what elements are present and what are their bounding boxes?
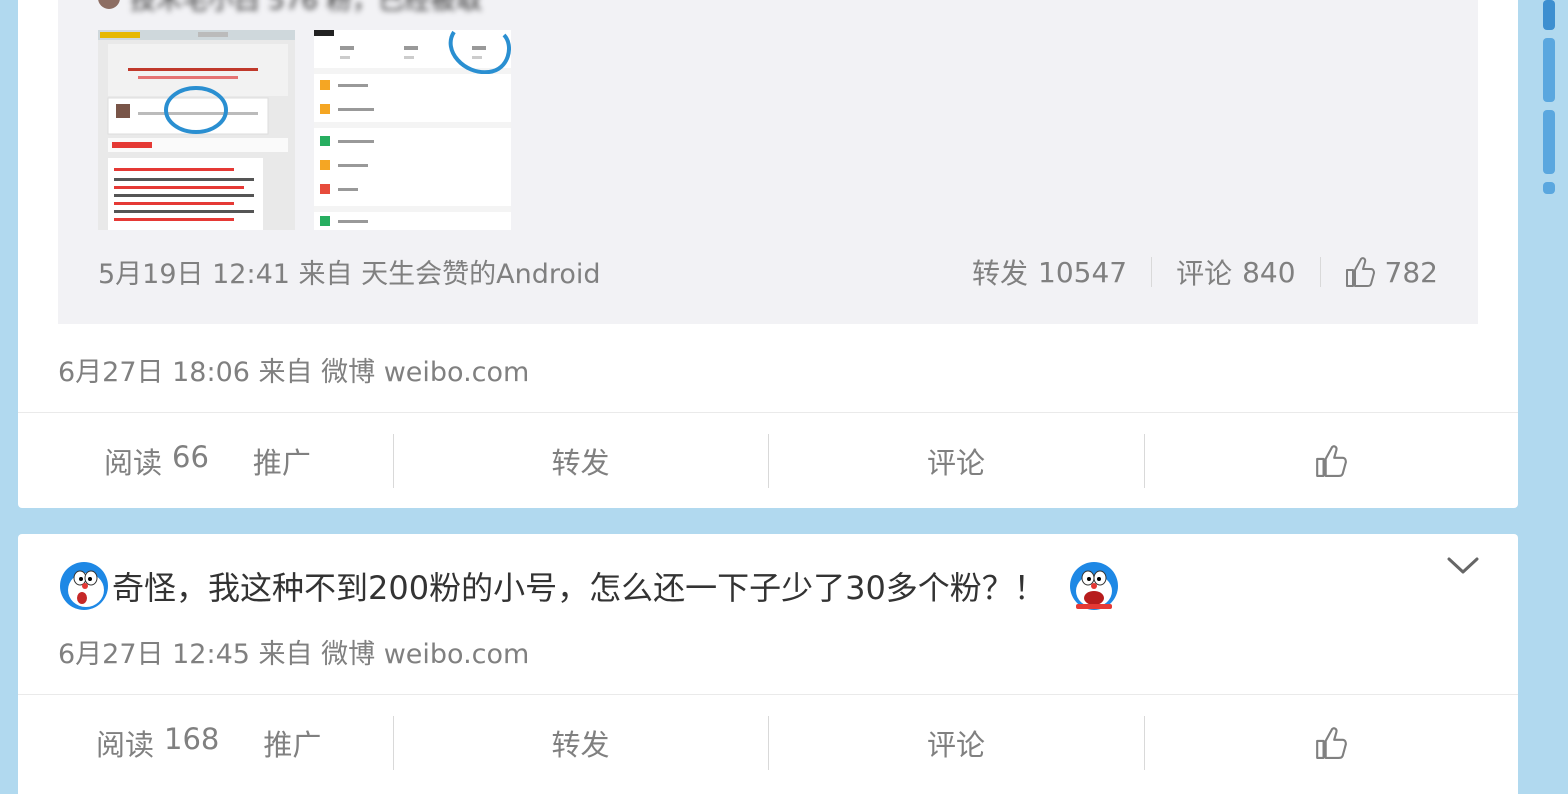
- divider: [1151, 257, 1153, 287]
- like-button[interactable]: [1144, 414, 1518, 508]
- action-bar: 阅读 66 推广 转发 评论: [18, 414, 1518, 508]
- repost-count: 10547: [1038, 255, 1128, 289]
- quoted-post[interactable]: 技术宅小白 576 粉，已经被取 5月19日 12:41 来自 天生会赞的And…: [58, 0, 1478, 324]
- read-label: 阅读: [104, 446, 163, 480]
- from-label: 来自: [298, 259, 353, 290]
- comment-button[interactable]: 评论: [768, 696, 1144, 790]
- repost-label: 转发: [551, 728, 610, 762]
- chevron-down-icon[interactable]: [1446, 556, 1480, 576]
- post-date[interactable]: 6月27日 12:45: [58, 639, 250, 670]
- repost-label: 转发: [971, 257, 1028, 290]
- comment-link[interactable]: 评论 840: [1176, 252, 1295, 292]
- post-meta: 6月27日 18:06 来自 微博 weibo.com: [58, 350, 529, 389]
- promote-button[interactable]: 推广: [253, 440, 311, 482]
- read-stats-group: 阅读 168 推广: [18, 696, 393, 790]
- post-meta: 6月27日 12:45 来自 微博 weibo.com: [58, 632, 529, 671]
- read-count: 阅读 168: [96, 722, 219, 764]
- panel-segment: [1543, 182, 1555, 194]
- promote-button[interactable]: 推广: [263, 722, 321, 764]
- post-text: 奇怪，我这种不到200粉的小号，怎么还一下子少了30多个粉？！: [112, 569, 1046, 607]
- comment-count: 840: [1242, 255, 1296, 289]
- comment-button[interactable]: 评论: [768, 414, 1144, 508]
- thumbs-up-icon: [1316, 445, 1347, 477]
- image-thumbnail-2[interactable]: [314, 30, 511, 230]
- panel-segment: [1543, 0, 1555, 30]
- post-content: 奇怪，我这种不到200粉的小号，怎么还一下子少了30多个粉？！: [58, 560, 1120, 612]
- weibo-post-card: 技术宅小白 576 粉，已经被取 5月19日 12:41 来自 天生会赞的And…: [18, 0, 1518, 508]
- thumbs-up-icon: [1316, 727, 1347, 759]
- avatar[interactable]: [98, 0, 120, 9]
- divider: [1319, 257, 1321, 287]
- read-value: 66: [172, 440, 209, 474]
- quoted-post-meta: 5月19日 12:41 来自 天生会赞的Android: [98, 252, 601, 291]
- image-thumbnail-1[interactable]: [98, 30, 295, 230]
- panel-segment: [1543, 110, 1555, 174]
- panel-segment: [1543, 38, 1555, 102]
- thumbs-up-icon: [1345, 257, 1375, 287]
- comment-label: 评论: [1176, 257, 1233, 290]
- source-link[interactable]: 微博 weibo.com: [321, 357, 529, 388]
- from-label: 来自: [258, 357, 313, 388]
- quoted-post-text: 技术宅小白 576 粉，已经被取: [130, 0, 483, 16]
- comment-label: 评论: [926, 728, 985, 762]
- read-stats-group: 阅读 66 推广: [18, 414, 393, 508]
- source-link[interactable]: 微博 weibo.com: [321, 639, 529, 670]
- quoted-post-header: 技术宅小白 576 粉，已经被取: [98, 0, 482, 16]
- like-link[interactable]: 782: [1345, 256, 1438, 289]
- from-label: 来自: [258, 639, 313, 670]
- read-count: 阅读 66: [104, 440, 209, 482]
- repost-button[interactable]: 转发: [393, 696, 768, 790]
- post-date[interactable]: 6月27日 18:06: [58, 357, 250, 388]
- read-label: 阅读: [96, 728, 155, 762]
- divider: [18, 694, 1518, 695]
- quoted-post-stats: 转发 10547 评论 840 782: [972, 252, 1438, 292]
- repost-link[interactable]: 转发 10547: [972, 252, 1127, 292]
- action-bar: 阅读 168 推广 转发 评论: [18, 696, 1518, 790]
- repost-button[interactable]: 转发: [393, 414, 768, 508]
- like-count: 782: [1384, 255, 1438, 289]
- post-date[interactable]: 5月19日 12:41: [98, 259, 290, 290]
- side-panel-edge: [1543, 0, 1568, 784]
- repost-label: 转发: [551, 446, 610, 480]
- divider: [18, 412, 1518, 413]
- read-value: 168: [164, 722, 220, 756]
- doraemon-emoji-icon: [1069, 562, 1118, 610]
- source-link[interactable]: 天生会赞的Android: [361, 259, 600, 290]
- like-button[interactable]: [1144, 696, 1518, 790]
- doraemon-emoji-icon: [60, 562, 108, 610]
- comment-label: 评论: [926, 446, 985, 480]
- weibo-post-card: 奇怪，我这种不到200粉的小号，怎么还一下子少了30多个粉？！ 6月27日 12…: [18, 534, 1518, 794]
